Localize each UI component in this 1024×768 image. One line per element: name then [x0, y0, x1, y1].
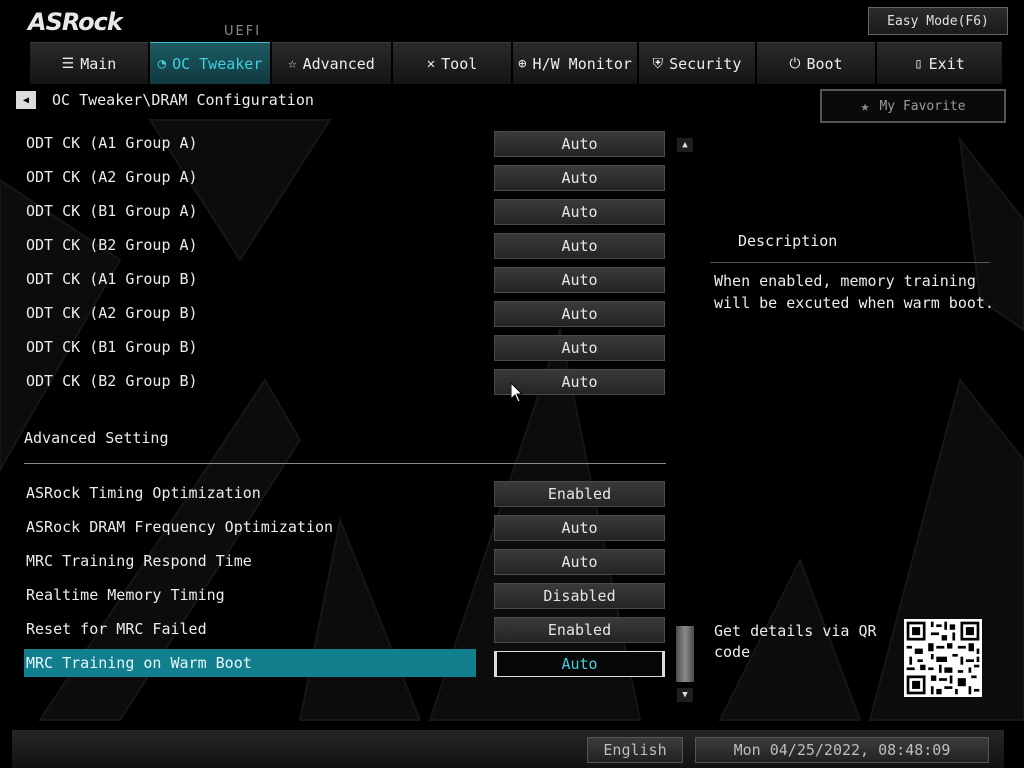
setting-label: ODT CK (B1 Group A): [26, 202, 198, 220]
exit-door-icon: ▯: [914, 55, 923, 72]
shield-icon: ⛨: [652, 55, 664, 72]
scroll-down-button[interactable]: ▼: [677, 688, 693, 702]
my-favorite-label: My Favorite: [879, 98, 966, 114]
tab-advanced-label: Advanced: [302, 54, 375, 73]
setting-row[interactable]: ASRock Timing Optimization Enabled: [24, 481, 666, 507]
setting-value-button[interactable]: Auto: [494, 199, 665, 225]
tab-security-label: Security: [669, 54, 742, 73]
setting-value-button[interactable]: Disabled: [494, 583, 665, 609]
asrock-logo: ASRock: [28, 8, 123, 36]
tab-advanced[interactable]: ☆ Advanced: [272, 42, 391, 84]
tab-main[interactable]: ☰ Main: [30, 42, 148, 84]
section-title: Advanced Setting: [24, 429, 169, 447]
main-tabs: ☰ Main ◔ OC Tweaker ☆ Advanced ✕ Tool ⊕ …: [30, 42, 1010, 84]
setting-row[interactable]: Realtime Memory Timing Disabled: [24, 583, 666, 609]
tab-tool-label: Tool: [441, 54, 478, 73]
setting-value-button[interactable]: Enabled: [494, 481, 665, 507]
tab-exit[interactable]: ▯ Exit: [877, 42, 1002, 84]
setting-label: MRC Training on Warm Boot: [26, 654, 252, 672]
setting-value-button[interactable]: Auto: [494, 131, 665, 157]
setting-label: ASRock Timing Optimization: [26, 484, 261, 502]
setting-row-selected[interactable]: MRC Training on Warm Boot Auto: [24, 649, 666, 677]
setting-label: MRC Training Respond Time: [26, 552, 252, 570]
tab-boot-label: Boot: [806, 54, 843, 73]
setting-label: ODT CK (B2 Group A): [26, 236, 198, 254]
setting-row[interactable]: ODT CK (B1 Group A) Auto: [24, 199, 666, 225]
datetime-display: Mon 04/25/2022, 08:48:09: [695, 737, 989, 763]
setting-value-button[interactable]: Auto: [494, 233, 665, 259]
setting-label: ODT CK (A1 Group B): [26, 270, 198, 288]
setting-label: ODT CK (A2 Group B): [26, 304, 198, 322]
setting-value-button[interactable]: Auto: [494, 651, 665, 677]
qr-code-icon: [904, 619, 982, 697]
setting-value-button[interactable]: Auto: [494, 549, 665, 575]
setting-label: Realtime Memory Timing: [26, 586, 225, 604]
setting-row[interactable]: ODT CK (A2 Group B) Auto: [24, 301, 666, 327]
setting-row[interactable]: ODT CK (A1 Group B) Auto: [24, 267, 666, 293]
description-divider: [710, 262, 990, 263]
section-divider: [24, 463, 666, 464]
setting-value-button[interactable]: Enabled: [494, 617, 665, 643]
back-button[interactable]: ◀: [16, 91, 36, 109]
scrollbar-thumb[interactable]: [676, 626, 694, 682]
setting-value-button[interactable]: Auto: [494, 301, 665, 327]
power-icon: ⏻: [789, 55, 801, 72]
speedometer-icon: ◔: [157, 55, 167, 72]
language-button[interactable]: English: [587, 737, 683, 763]
tab-boot[interactable]: ⏻ Boot: [757, 42, 875, 84]
tab-oc-tweaker[interactable]: ◔ OC Tweaker: [150, 42, 270, 84]
setting-label: ASRock DRAM Frequency Optimization: [26, 518, 334, 536]
setting-row[interactable]: ODT CK (A1 Group A) Auto: [24, 131, 666, 157]
mouse-cursor-icon: [511, 383, 523, 403]
breadcrumb: OC Tweaker\DRAM Configuration: [52, 91, 314, 109]
star-swoosh-icon: ☆: [288, 55, 297, 72]
setting-row[interactable]: MRC Training Respond Time Auto: [24, 549, 666, 575]
tab-security[interactable]: ⛨ Security: [639, 42, 755, 84]
triangle-up-icon: ▲: [682, 140, 688, 150]
qr-caption: Get details via QR code: [714, 622, 877, 661]
tab-exit-label: Exit: [928, 54, 965, 73]
setting-row[interactable]: ODT CK (B2 Group A) Auto: [24, 233, 666, 259]
setting-value-button[interactable]: Auto: [494, 335, 665, 361]
setting-value-button[interactable]: Auto: [494, 267, 665, 293]
list-icon: ☰: [61, 55, 75, 72]
setting-label: Reset for MRC Failed: [26, 620, 207, 638]
tab-tool[interactable]: ✕ Tool: [393, 42, 511, 84]
tools-icon: ✕: [426, 55, 436, 72]
easy-mode-button[interactable]: Easy Mode(F6): [868, 7, 1008, 35]
uefi-label: UEFI: [224, 24, 262, 39]
tab-hw-monitor-label: H/W Monitor: [532, 54, 632, 73]
setting-row[interactable]: Reset for MRC Failed Enabled: [24, 617, 666, 643]
setting-label: ODT CK (B2 Group B): [26, 372, 198, 390]
scroll-up-button[interactable]: ▲: [677, 138, 693, 152]
tab-main-label: Main: [80, 54, 117, 73]
setting-row[interactable]: ODT CK (B2 Group B) Auto: [24, 369, 666, 395]
setting-label: ODT CK (A1 Group A): [26, 134, 198, 152]
monitor-gauge-icon: ⊕: [518, 55, 527, 72]
setting-value-button[interactable]: Auto: [494, 515, 665, 541]
setting-label: ODT CK (B1 Group B): [26, 338, 198, 356]
setting-row[interactable]: ODT CK (B1 Group B) Auto: [24, 335, 666, 361]
setting-row[interactable]: ODT CK (A2 Group A) Auto: [24, 165, 666, 191]
triangle-left-icon: ◀: [22, 94, 30, 106]
tab-hw-monitor[interactable]: ⊕ H/W Monitor: [513, 42, 637, 84]
star-icon: ★: [860, 97, 870, 115]
scrollbar-track[interactable]: [677, 154, 693, 684]
description-text: When enabled, memory training will be ex…: [714, 272, 994, 312]
description-title: Description: [738, 232, 838, 250]
setting-row[interactable]: ASRock DRAM Frequency Optimization Auto: [24, 515, 666, 541]
setting-label: ODT CK (A2 Group A): [26, 168, 198, 186]
triangle-down-icon: ▼: [682, 690, 688, 700]
setting-value-button[interactable]: Auto: [494, 165, 665, 191]
my-favorite-button[interactable]: ★ My Favorite: [820, 89, 1006, 123]
tab-oc-tweaker-label: OC Tweaker: [172, 54, 263, 73]
